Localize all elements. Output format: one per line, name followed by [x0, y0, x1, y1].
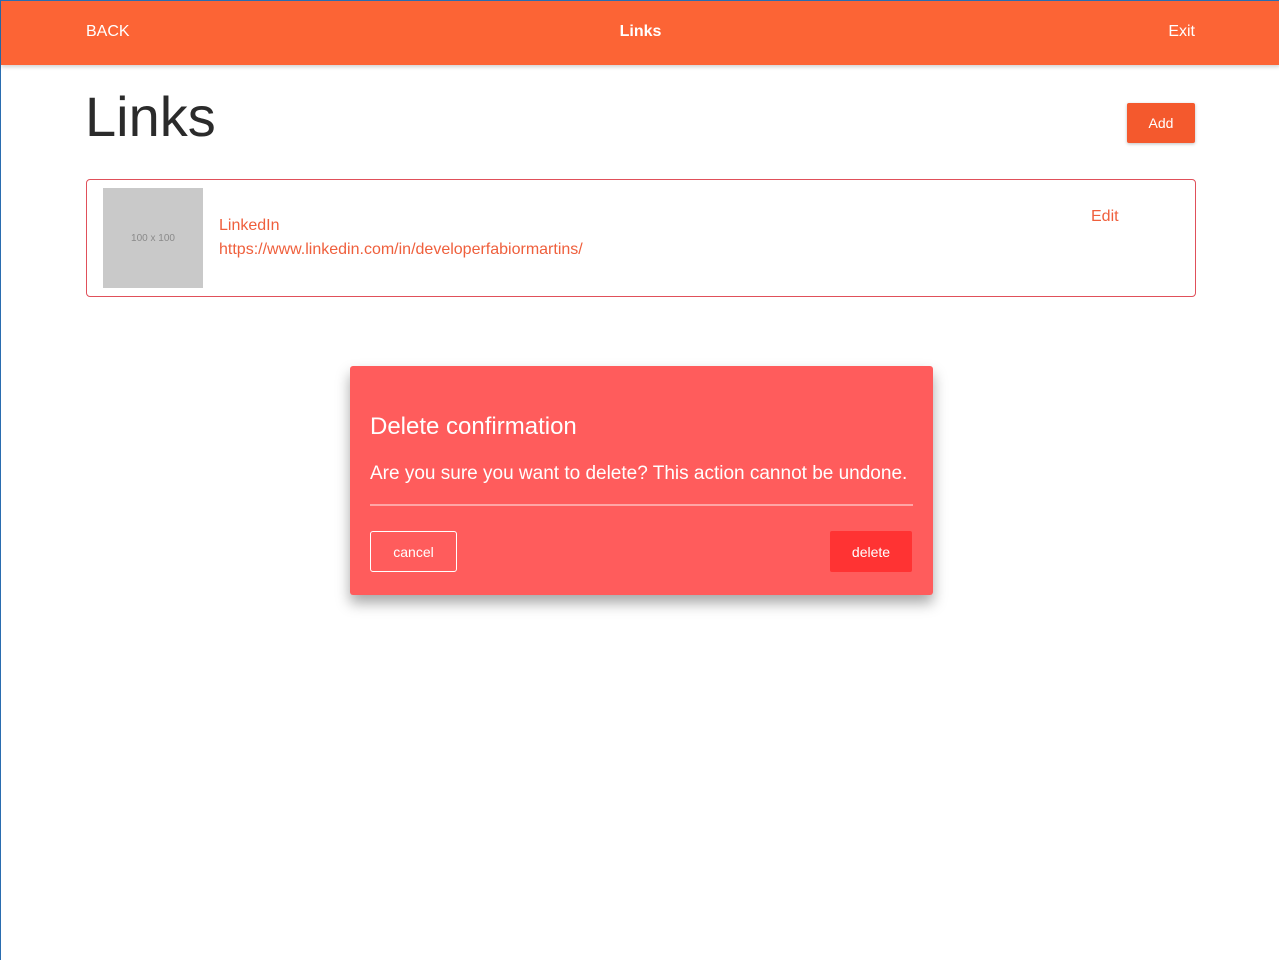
link-name: LinkedIn	[219, 217, 280, 234]
delete-confirmation-modal: Delete confirmation Are you sure you wan…	[350, 366, 933, 595]
modal-divider	[370, 504, 913, 506]
page-title: Links	[85, 85, 216, 148]
navbar-title: Links	[619, 23, 662, 40]
top-navbar: BACK Links Exit	[1, 0, 1279, 65]
add-button[interactable]: Add	[1127, 103, 1195, 143]
link-url[interactable]: https://www.linkedin.com/in/developerfab…	[219, 241, 583, 259]
thumbnail-image: 100 x 100	[103, 188, 203, 288]
thumbnail-placeholder-text: 100 x 100	[131, 232, 175, 244]
modal-message: Are you sure you want to delete? This ac…	[370, 463, 908, 484]
cancel-button[interactable]: cancel	[370, 531, 457, 572]
modal-title: Delete confirmation	[370, 413, 577, 440]
delete-button[interactable]: delete	[830, 531, 912, 572]
edit-link[interactable]: Edit	[1091, 208, 1119, 226]
link-card: 100 x 100 LinkedIn https://www.linkedin.…	[86, 179, 1196, 297]
exit-link[interactable]: Exit	[1168, 23, 1195, 41]
